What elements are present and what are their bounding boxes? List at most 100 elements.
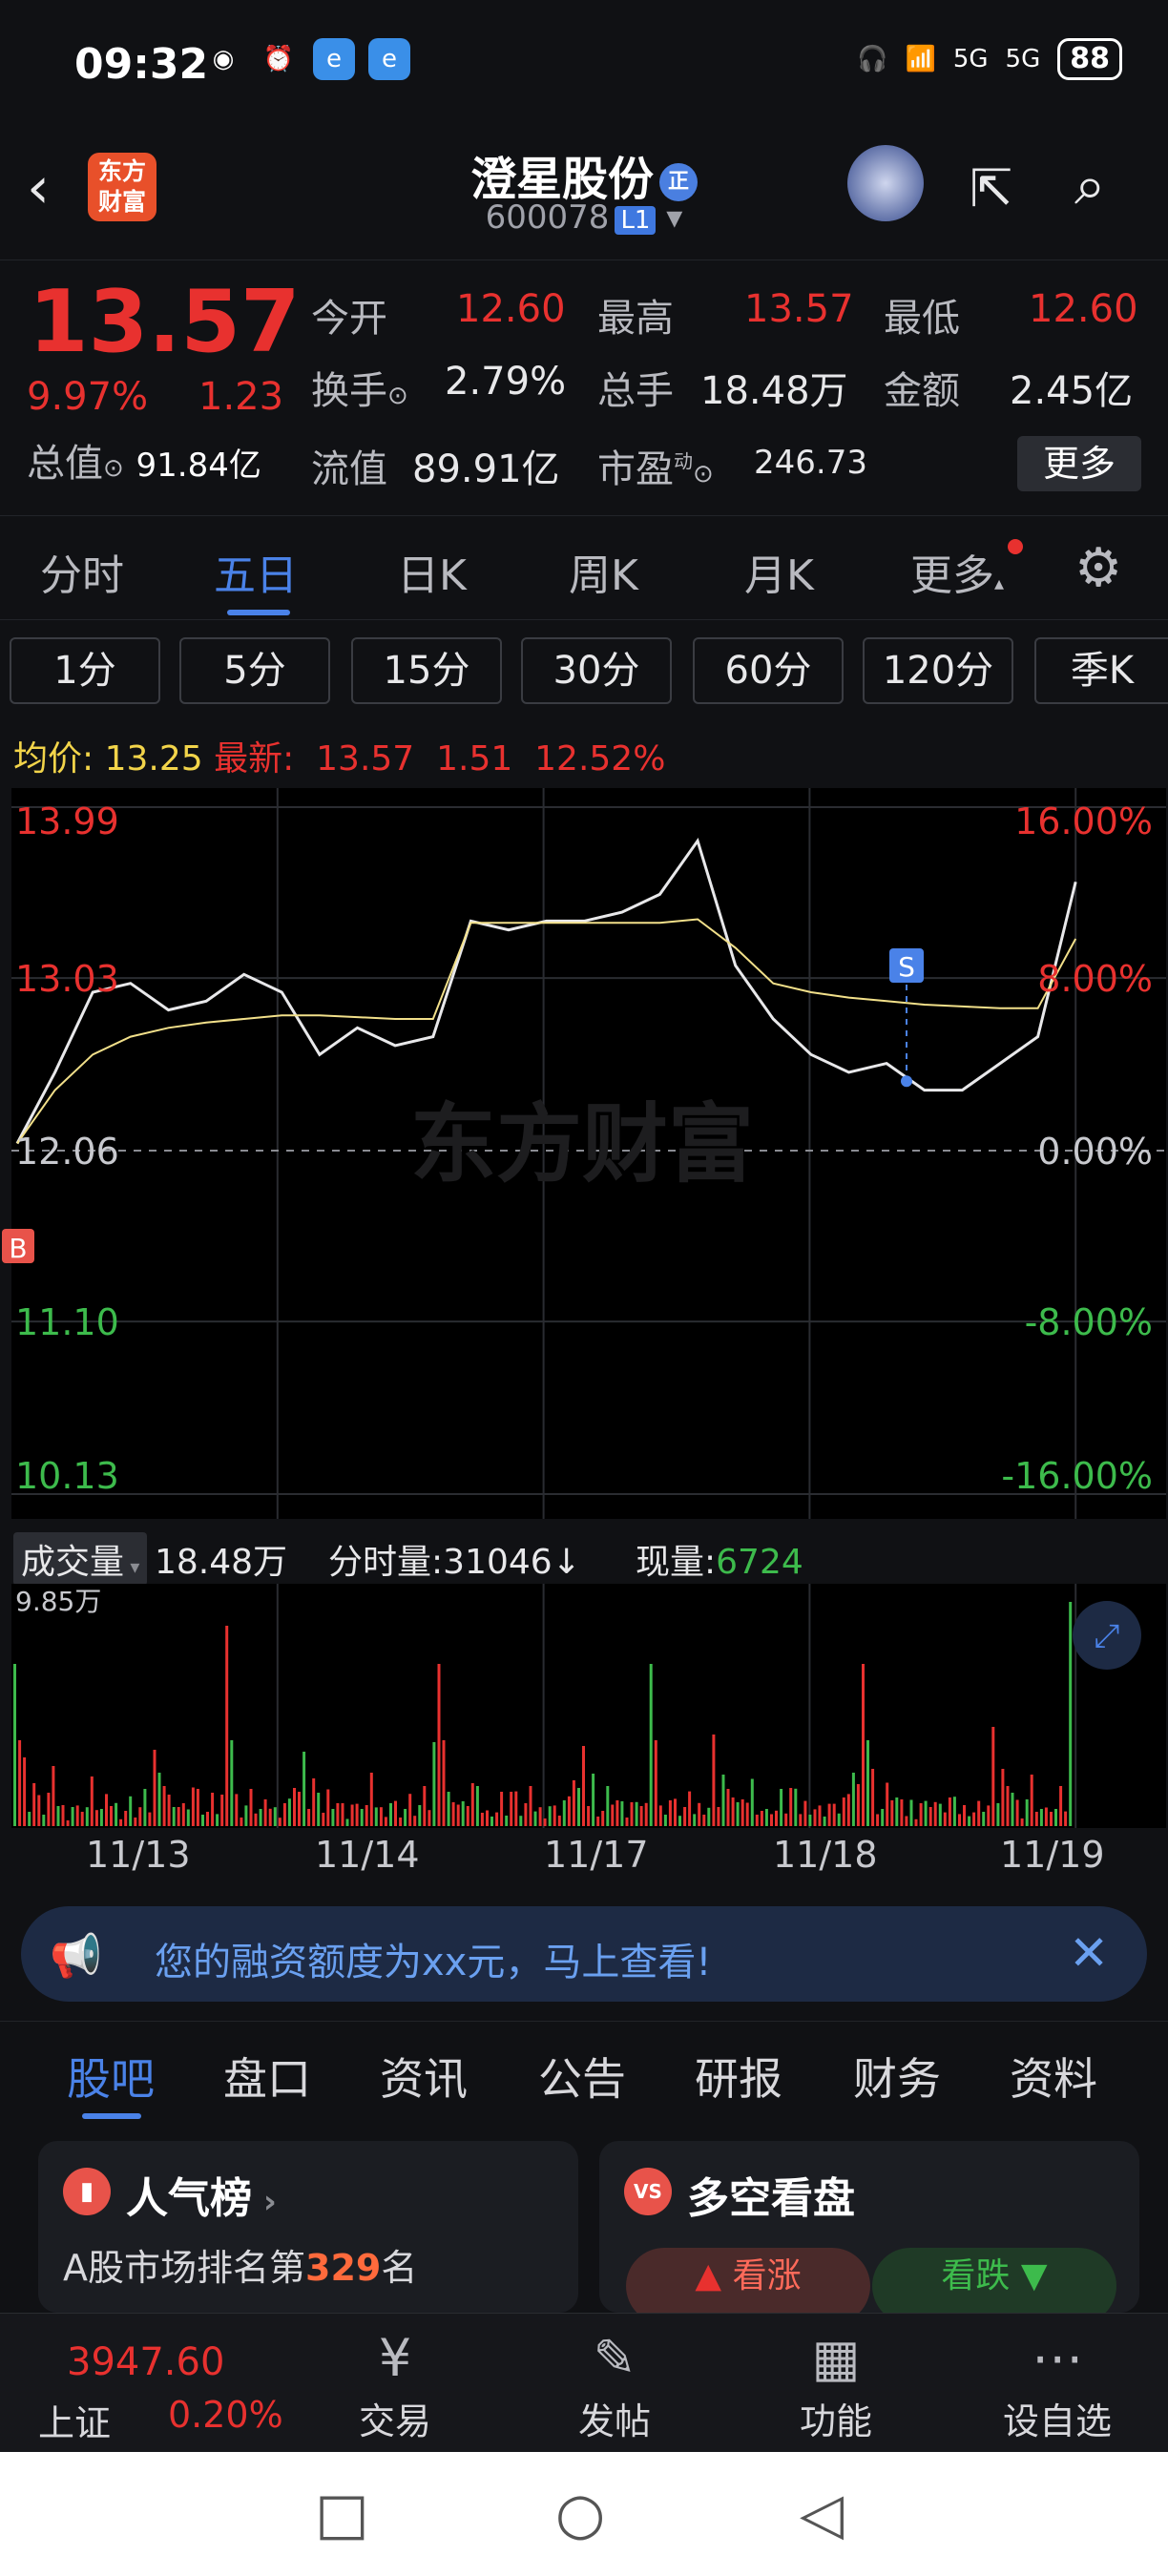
close-icon[interactable]: ✕ [1069,1925,1109,1981]
volume-bar [587,1806,591,1826]
volume-bar [408,1794,412,1826]
volume-bar [235,1794,239,1826]
tab-weekly-k[interactable]: 周K [569,541,638,602]
rank-suffix: 名 [381,2247,418,2289]
volume-bar [99,1809,103,1826]
chart-tabs: 分时 五日 日K 周K 月K 更多▴ ⚙ [0,515,1168,620]
volume-bar [958,1814,961,1826]
volume-bar [172,1807,176,1826]
tab-monthly-k[interactable]: 月K [744,541,814,602]
caret-down-icon: ▾ [666,198,683,237]
recent-apps-icon[interactable]: □ [315,2481,369,2547]
tab-five-day[interactable]: 五日 [214,541,298,602]
bearish-label: 看跌 [941,2256,1011,2296]
tab-financials[interactable]: 财务 [853,2045,941,2108]
more-button[interactable]: 更多 [1017,436,1141,491]
tab-daily-k[interactable]: 日K [397,541,467,602]
volume-bar [317,1793,321,1826]
volume-bar [456,1804,460,1826]
tab-announcements[interactable]: 公告 [538,2045,626,2108]
bull-bear-title: 多空看盘 [687,2174,855,2223]
popularity-card[interactable]: ▮ 人气榜 › A股市场排名第329名 [38,2141,578,2313]
assistant-robot-icon[interactable] [847,145,924,221]
period-15min[interactable]: 15分 [351,637,502,704]
gear-icon[interactable]: ⚙ [1074,537,1122,599]
back-triangle-icon[interactable]: ◁ [800,2481,844,2547]
market-cap: 总值⊙ 91.84亿 [27,432,261,488]
tab-news[interactable]: 资讯 [380,2045,468,2108]
nav-functions-label: 功能 [799,2400,872,2442]
tab-profile[interactable]: 资料 [1010,2045,1097,2108]
caret-up-icon: ▴ [994,571,1005,594]
volume-selector[interactable]: 成交量 ▾ [13,1532,148,1586]
volume-total: 18.48万 [155,1543,288,1582]
nav-post[interactable]: ✎ 发帖 [548,2325,681,2444]
volume-bar [360,1809,364,1826]
search-icon[interactable]: ⌕ [1074,153,1105,218]
tab-orderbook[interactable]: 盘口 [223,2045,311,2108]
period-quarter-k[interactable]: 季K [1034,637,1168,704]
volume-bar [827,1803,831,1826]
volume-bar [658,1805,662,1826]
volume-bar [196,1789,199,1826]
volume-bar [905,1816,908,1826]
period-30min[interactable]: 30分 [521,637,672,704]
volume-bar [977,1800,981,1826]
price-chart[interactable]: 东方财富 13.99 16.00% 13.03 8.00% 12.06 0.00% 11.1… [0,782,1168,1523]
float-cap-value: 89.91亿 [412,447,560,491]
volume-bar [514,1791,518,1826]
volume-chart[interactable]: 9.85万 ⤢ [0,1584,1168,1832]
volume-bar [134,1818,137,1826]
nav-trade-label: 交易 [358,2400,431,2442]
nav-add-watchlist[interactable]: ⋯ 设自选 [991,2325,1124,2444]
bottom-navigation: 3947.60 上证 0.20% ¥ 交易 ✎ 发帖 ▦ 功能 ⋯ 设自选 [0,2313,1168,2452]
index-percent: 0.20% [168,2394,283,2436]
info-icon[interactable]: ⊙ [693,460,714,488]
info-icon[interactable]: ⊙ [387,382,408,410]
volume-bar [143,1789,147,1826]
volume-bar [943,1812,947,1826]
period-5min[interactable]: 5分 [179,637,330,704]
low-label: 最低 [884,297,960,341]
volume-bar [1059,1786,1063,1826]
volume-bar [938,1803,942,1826]
promo-text: 您的融资额度为xx元，马上查看! [155,1941,712,1984]
period-1min[interactable]: 1分 [10,637,160,704]
volume-bar [322,1813,325,1826]
promo-banner[interactable]: 📢 您的融资额度为xx元，马上查看! ✕ [21,1906,1147,2002]
tab-research[interactable]: 研报 [695,2045,782,2108]
info-icon[interactable]: ⊙ [103,454,124,483]
volume-bar [148,1812,152,1826]
nav-trade[interactable]: ¥ 交易 [328,2325,462,2444]
volume-bar [341,1803,344,1826]
nav-functions[interactable]: ▦ 功能 [769,2325,903,2444]
volume-bar [447,1792,450,1826]
home-icon[interactable]: ○ [555,2481,605,2547]
volume-bar [61,1805,65,1826]
y-pct-tick-label: 0.00% [1037,1131,1153,1173]
eye-icon: ◉ [212,45,235,73]
share-icon[interactable]: ⇱ [970,158,1012,218]
volume-bar [533,1811,537,1826]
bull-bear-card[interactable]: VS 多空看盘 ▲ 看涨 看跌 ▼ [599,2141,1139,2313]
volume-value: 18.48万 [700,369,848,413]
volume-bar [635,1801,638,1826]
bullish-button[interactable]: ▲ 看涨 [626,2248,870,2313]
volume-bar [760,1811,763,1826]
tab-guba[interactable]: 股吧 [67,2045,155,2108]
level-badge: L1 [615,206,657,235]
period-60min[interactable]: 60分 [693,637,844,704]
period-selector: 1分 5分 15分 30分 60分 120分 季K [0,634,1168,710]
y-tick-label: 13.03 [15,958,119,1000]
y-tick-label: 10.13 [15,1455,119,1497]
tab-intraday[interactable]: 分时 [40,541,124,602]
tab-more[interactable]: 更多▴ [910,541,1004,602]
volume-label: 总手 [597,369,674,413]
volume-bar [80,1812,84,1826]
period-120min[interactable]: 120分 [863,637,1013,704]
change-percent: 9.97% [27,375,149,419]
bearish-button[interactable]: 看跌 ▼ [872,2248,1116,2313]
volume-bar [1039,1809,1043,1826]
volume-bar [273,1807,277,1826]
volume-bar [519,1816,523,1826]
